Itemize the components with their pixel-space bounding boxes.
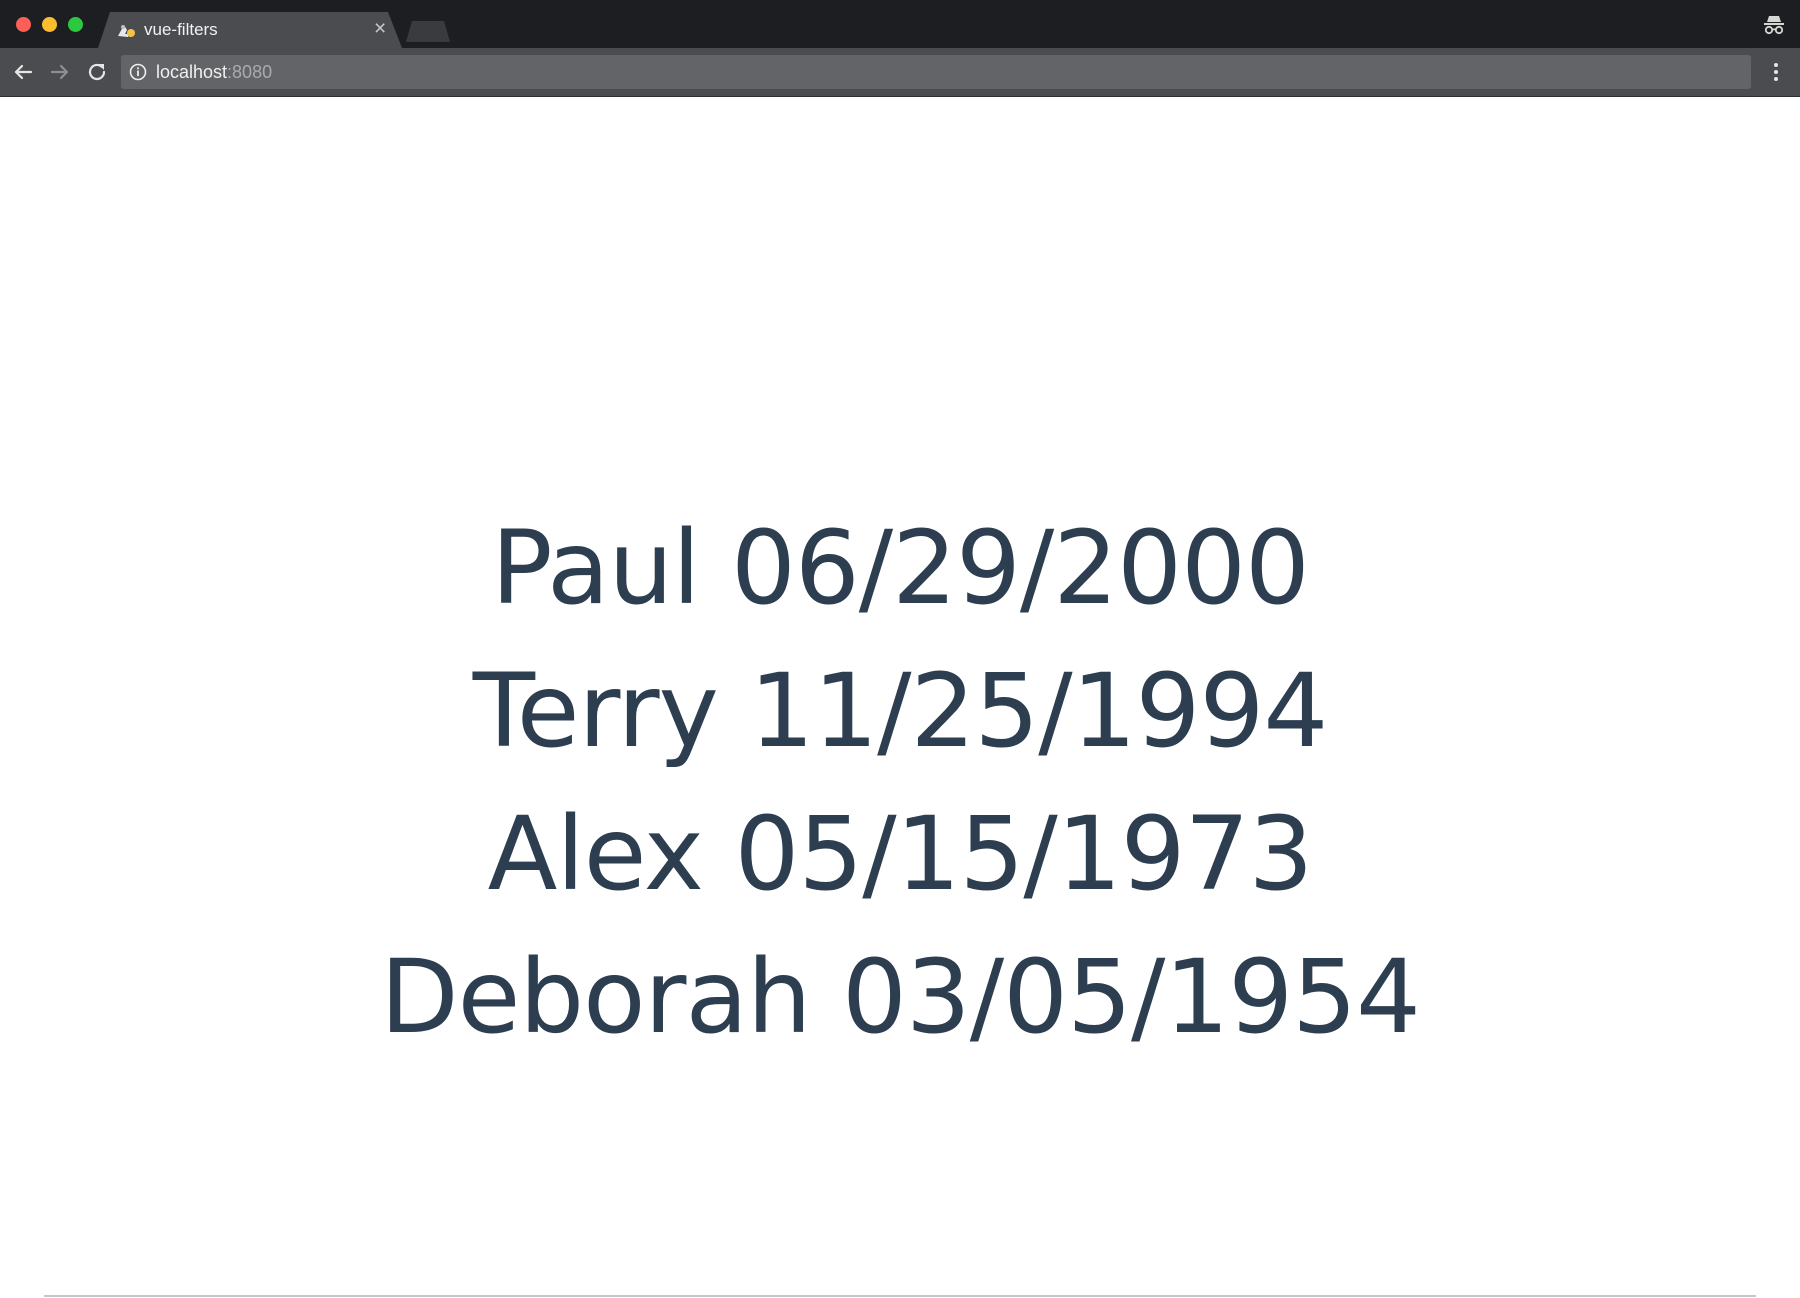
people-list: Paul 06/29/2000 Terry 11/25/1994 Alex 05… [0,497,1800,1069]
window-minimize-button[interactable] [42,17,57,32]
url-text[interactable]: localhost:8080 [156,62,272,83]
reload-icon[interactable] [85,60,109,84]
tab-vue-filters[interactable]: vue-filters × [98,12,402,48]
window-close-button[interactable] [16,17,31,32]
vue-favicon-icon [118,25,135,37]
tab-title: vue-filters [144,20,218,39]
info-icon[interactable] [129,63,147,81]
kebab-menu-icon[interactable] [1766,60,1786,84]
tab-close-icon[interactable]: × [374,17,386,41]
url-host: localhost [156,62,228,82]
list-item: Alex 05/15/1973 [487,795,1314,914]
list-item: Terry 11/25/1994 [472,652,1329,771]
list-item: Paul 06/29/2000 [491,509,1310,628]
forward-arrow-icon[interactable] [48,60,72,84]
new-tab-button[interactable] [406,21,450,42]
back-arrow-icon[interactable] [11,60,35,84]
incognito-icon [1764,16,1784,35]
window-maximize-button[interactable] [68,17,83,32]
browser-toolbar: localhost:8080 [0,48,1800,97]
address-bar[interactable]: localhost:8080 [121,55,1751,89]
divider [44,1295,1756,1297]
list-item: Deborah 03/05/1954 [380,938,1421,1057]
browser-window: vue-filters × localhost:8080 Paul 06/29/… [0,0,1800,1298]
page-content: Paul 06/29/2000 Terry 11/25/1994 Alex 05… [0,97,1800,1298]
url-port: :8080 [227,62,273,82]
title-bar: vue-filters × [0,0,1800,48]
